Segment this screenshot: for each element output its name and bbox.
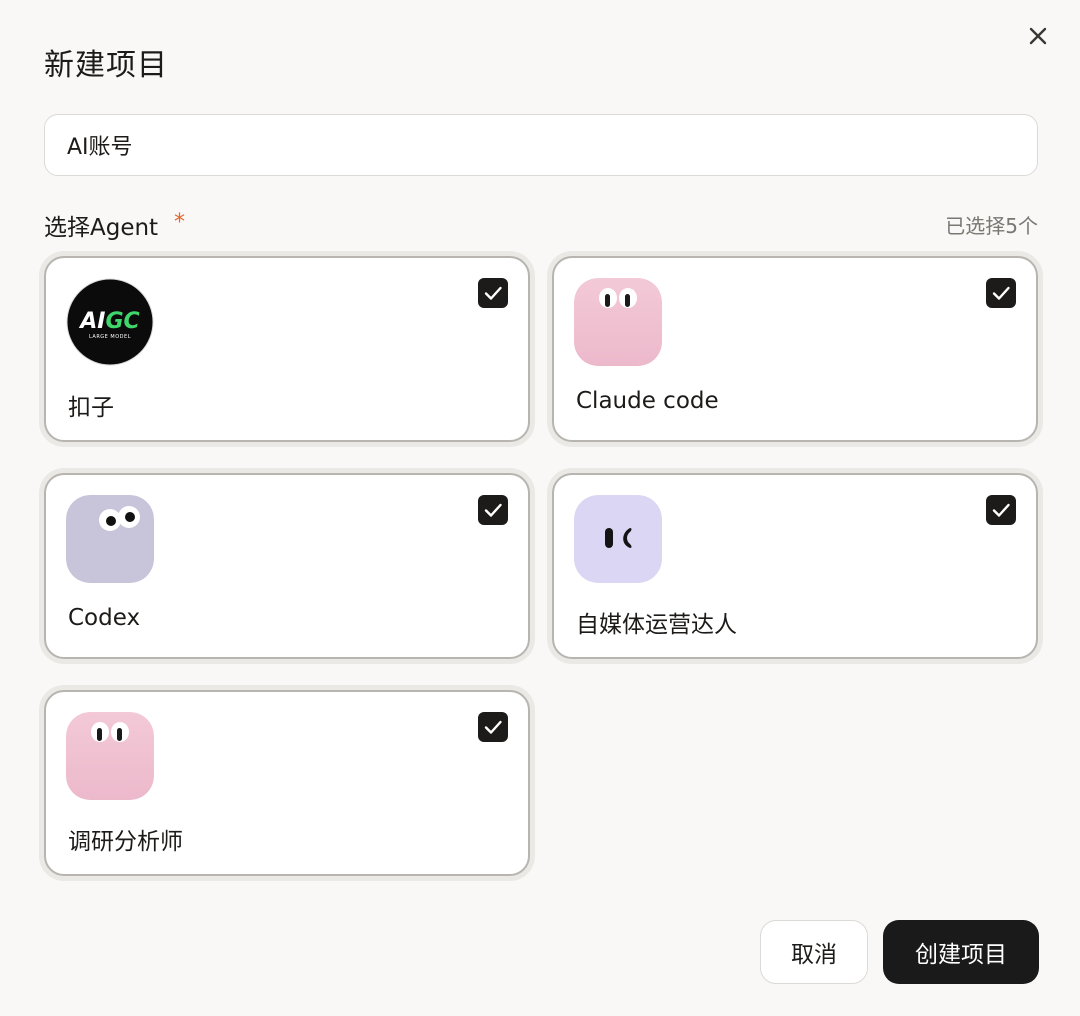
checkmark-icon xyxy=(992,286,1010,300)
cancel-button[interactable]: 取消 xyxy=(760,920,868,984)
agent-card-label: 扣子 xyxy=(68,395,114,421)
agent-card-label: Claude code xyxy=(576,388,719,414)
agent-section-label: 选择Agent xyxy=(44,215,159,241)
selected-count: 已选择5个 xyxy=(945,214,1038,238)
close-button[interactable] xyxy=(1022,20,1054,52)
required-mark: * xyxy=(174,210,185,235)
agent-checkbox[interactable] xyxy=(478,495,508,525)
create-project-button[interactable]: 创建项目 xyxy=(883,920,1039,984)
aigc-logo: AIGC LARGE MODEL xyxy=(66,278,154,366)
pink-face-icon xyxy=(574,278,662,366)
checkmark-icon xyxy=(484,286,502,300)
agent-card-research-analyst[interactable]: 调研分析师 xyxy=(44,690,530,876)
agent-checkbox[interactable] xyxy=(986,495,1016,525)
agent-card-label: 自媒体运营达人 xyxy=(576,612,737,638)
aigc-logo-text: AIGC xyxy=(78,309,139,334)
agent-card-media-operator[interactable]: 自媒体运营达人 xyxy=(552,473,1038,659)
pink-face-icon xyxy=(66,712,154,800)
aigc-logo-subtext: LARGE MODEL xyxy=(89,334,131,340)
agent-card-label: Codex xyxy=(68,605,141,631)
agent-checkbox[interactable] xyxy=(478,712,508,742)
close-icon xyxy=(1029,27,1047,45)
agent-checkbox[interactable] xyxy=(478,278,508,308)
agent-card-label: 调研分析师 xyxy=(68,829,183,855)
dialog-title: 新建项目 xyxy=(44,48,168,83)
agent-card-claude-code[interactable]: Claude code xyxy=(552,256,1038,442)
checkmark-icon xyxy=(484,720,502,734)
lavender-face-icon xyxy=(66,495,154,583)
new-project-dialog: 新建项目 选择Agent * 已选择5个 AIGC LARGE MODEL 扣子 xyxy=(0,0,1080,1016)
agent-card-codex[interactable]: Codex xyxy=(44,473,530,659)
agent-checkbox[interactable] xyxy=(986,278,1016,308)
project-name-input[interactable] xyxy=(44,114,1038,176)
purple-face-icon xyxy=(574,495,662,583)
checkmark-icon xyxy=(484,503,502,517)
agent-card-kouzi[interactable]: AIGC LARGE MODEL 扣子 xyxy=(44,256,530,442)
checkmark-icon xyxy=(992,503,1010,517)
